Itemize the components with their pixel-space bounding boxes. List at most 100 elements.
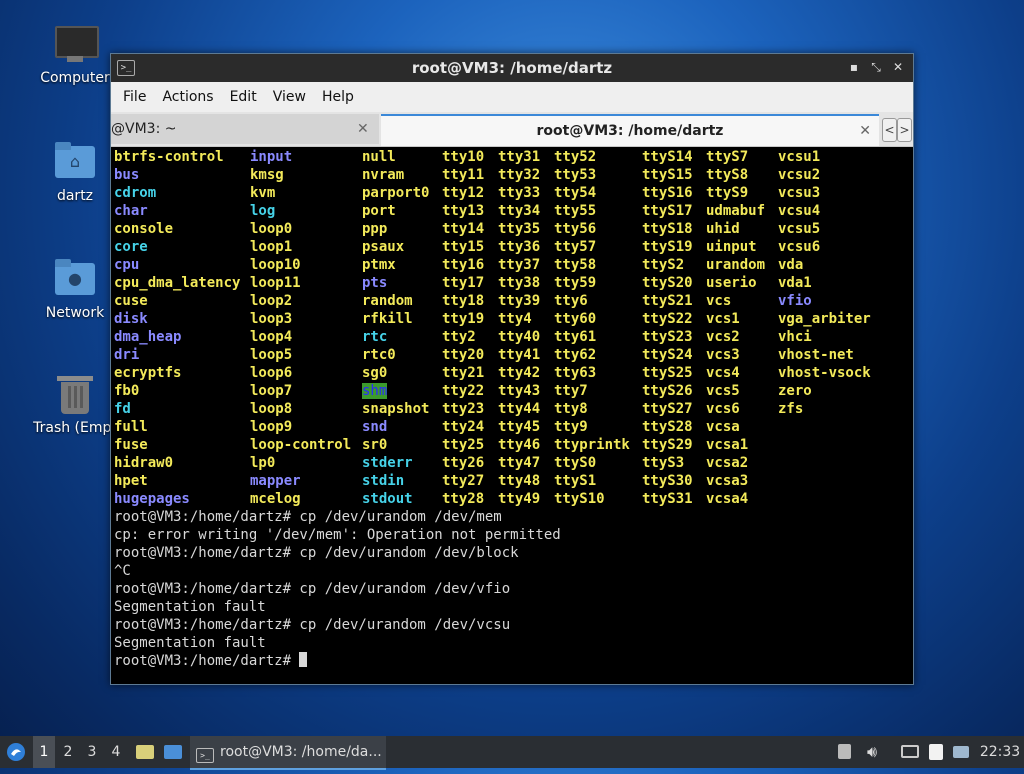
ls-entry: ttyS21 xyxy=(642,293,693,309)
menu-help[interactable]: Help xyxy=(314,89,362,105)
ls-column: input kmsg kvm log loop0 loop1 loop10 loop11 loo… xyxy=(250,148,351,508)
workspace-2[interactable]: 2 xyxy=(57,736,79,768)
ls-entry: hpet xyxy=(114,473,148,489)
tab-label: root@VM3: /home/dartz xyxy=(536,123,724,139)
workspace-4[interactable]: 4 xyxy=(105,736,127,768)
ls-column: ttyS7 ttyS8 ttyS9 udmabuf uhid uinput urandom u… xyxy=(706,148,765,508)
show-desktop-icon[interactable] xyxy=(162,736,184,768)
ls-entry: tty18 xyxy=(442,293,485,309)
ls-entry: zfs xyxy=(778,401,804,417)
ls-entry: ttyS22 xyxy=(642,311,693,327)
start-menu-icon[interactable] xyxy=(4,736,28,768)
ls-entry: ttyS31 xyxy=(642,491,693,507)
ls-entry: stdin xyxy=(362,473,405,489)
tab-bar: @VM3: ~ ✕ root@VM3: /home/dartz ✕ < > xyxy=(111,112,913,147)
text-cursor xyxy=(299,652,308,667)
chevron-right-icon[interactable]: > xyxy=(897,118,912,142)
window-title: root@VM3: /home/dartz xyxy=(411,59,613,77)
tab-home[interactable]: @VM3: ~ ✕ xyxy=(111,114,379,144)
update-notification-icon[interactable] xyxy=(950,736,972,768)
ls-entry: loop0 xyxy=(250,221,293,237)
ls-entry: ttyS20 xyxy=(642,275,693,291)
close-tab-icon[interactable]: ✕ xyxy=(859,116,871,146)
ls-entry: tty8 xyxy=(554,401,588,417)
taskbar-terminal-task[interactable]: >_ root@VM3: /home/da... xyxy=(190,736,386,770)
terminal-line: root@VM3:/home/dartz# cp /dev/urandom /d… xyxy=(114,545,519,561)
terminal-output[interactable]: btrfs-control bus cdrom char console core cpu c… xyxy=(114,148,910,681)
ls-entry: tty31 xyxy=(498,149,541,165)
menu-edit[interactable]: Edit xyxy=(222,89,265,105)
ls-entry: tty57 xyxy=(554,239,597,255)
ls-entry: rtc xyxy=(362,329,388,345)
ls-entry: ttyS2 xyxy=(642,257,685,273)
ls-entry: kvm xyxy=(250,185,276,201)
home-folder-icon: ⌂ xyxy=(53,140,97,184)
ls-entry: vfio xyxy=(778,293,812,309)
ls-entry: sg0 xyxy=(362,365,388,381)
ls-entry: ttyS14 xyxy=(642,149,693,165)
ls-entry: tty13 xyxy=(442,203,485,219)
menu-file[interactable]: File xyxy=(115,89,154,105)
command-history: root@VM3:/home/dartz# cp /dev/urandom /d… xyxy=(114,508,561,670)
terminal-prompt[interactable]: root@VM3:/home/dartz# xyxy=(114,652,561,670)
ls-entry: ttyS7 xyxy=(706,149,749,165)
menu-actions[interactable]: Actions xyxy=(154,89,221,105)
ls-entry: tty38 xyxy=(498,275,541,291)
terminal-line: cp: error writing '/dev/mem': Operation … xyxy=(114,527,561,543)
ls-entry: stdout xyxy=(362,491,413,507)
ls-entry: tty20 xyxy=(442,347,485,363)
clipboard-icon[interactable] xyxy=(834,736,854,768)
ls-column: tty52 tty53 tty54 tty55 tty56 tty57 tty58 tty59… xyxy=(554,148,630,508)
ls-entry: tty19 xyxy=(442,311,485,327)
ls-entry: lp0 xyxy=(250,455,276,471)
network-icon[interactable] xyxy=(898,736,922,768)
ls-entry: vcs4 xyxy=(706,365,740,381)
ls-entry: ecryptfs xyxy=(114,365,182,381)
taskbar: 1 2 3 4 >_ root@VM3: /home/da... 🔊︎ 22:33 xyxy=(0,736,1024,770)
trash-icon xyxy=(53,372,97,416)
ls-entry: input xyxy=(250,149,293,165)
ls-entry: loop11 xyxy=(250,275,301,291)
menu-view[interactable]: View xyxy=(265,89,314,105)
ls-entry: ttyS10 xyxy=(554,491,605,507)
ls-entry: pts xyxy=(362,275,388,291)
ls-entry: vcs1 xyxy=(706,311,740,327)
workspace-3[interactable]: 3 xyxy=(81,736,103,768)
ls-entry: ttyS30 xyxy=(642,473,693,489)
workspace-1[interactable]: 1 xyxy=(33,736,55,768)
volume-icon[interactable]: 🔊︎ xyxy=(860,736,884,768)
maximize-icon[interactable]: ⤡ xyxy=(867,58,885,76)
ls-entry: tty52 xyxy=(554,149,597,165)
close-icon[interactable]: ✕ xyxy=(889,58,907,76)
ls-entry: vcs3 xyxy=(706,347,740,363)
window-titlebar[interactable]: >_ root@VM3: /home/dartz ▪ ⤡ ✕ xyxy=(111,54,913,82)
ls-entry: vcs5 xyxy=(706,383,740,399)
ls-entry: tty27 xyxy=(442,473,485,489)
ls-entry: vcsa4 xyxy=(706,491,749,507)
ls-entry: tty35 xyxy=(498,221,541,237)
ls-entry: tty48 xyxy=(498,473,541,489)
terminal-line: ^C xyxy=(114,563,131,579)
clock[interactable]: 22:33 xyxy=(978,736,1022,768)
ls-column: ttyS14 ttyS15 ttyS16 ttyS17 ttyS18 ttyS19 ttyS… xyxy=(642,148,693,508)
ls-entry: tty34 xyxy=(498,203,541,219)
file-manager-icon[interactable] xyxy=(134,736,156,768)
ls-entry: loop5 xyxy=(250,347,293,363)
ls-entry: tty55 xyxy=(554,203,597,219)
ls-entry: vcsu4 xyxy=(778,203,821,219)
tab-dartz[interactable]: root@VM3: /home/dartz ✕ xyxy=(381,114,879,146)
notes-icon[interactable] xyxy=(926,736,946,768)
computer-icon xyxy=(53,22,99,66)
ls-entry: tty6 xyxy=(554,293,588,309)
minimize-icon[interactable]: ▪ xyxy=(845,58,863,76)
terminal-line: Segmentation fault xyxy=(114,599,266,615)
ls-column: null nvram parport0 port ppp psaux ptmx pts rand… xyxy=(362,148,429,508)
close-tab-icon[interactable]: ✕ xyxy=(357,114,369,144)
ls-entry: vga_arbiter xyxy=(778,311,871,327)
ls-entry: kmsg xyxy=(250,167,284,183)
ls-entry: tty53 xyxy=(554,167,597,183)
ls-entry: ttyS0 xyxy=(554,455,597,471)
chevron-left-icon[interactable]: < xyxy=(882,118,897,142)
ls-entry: vcsa2 xyxy=(706,455,749,471)
ls-entry: mcelog xyxy=(250,491,301,507)
